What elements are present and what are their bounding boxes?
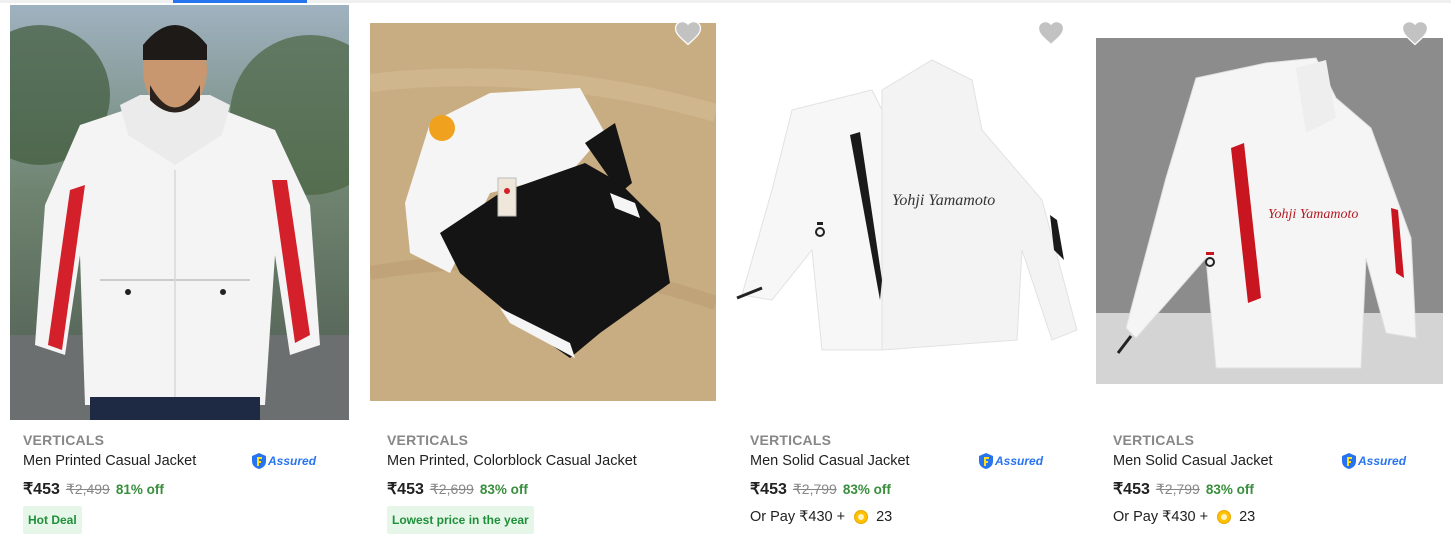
heart-icon[interactable]: [1036, 18, 1066, 46]
assured-badge: Assured: [1341, 452, 1406, 470]
deal-badge: Lowest price in the year: [387, 506, 534, 534]
discount-percent: 83% off: [842, 482, 891, 497]
selling-price: ₹453: [1113, 481, 1150, 498]
product-image[interactable]: [370, 23, 716, 401]
product-info: VERTICALS Men Printed Casual Jacket Assu…: [23, 430, 363, 534]
product-title[interactable]: Men Printed, Colorblock Casual Jacket: [387, 450, 727, 472]
assured-badge: Assured: [978, 452, 1043, 470]
product-card[interactable]: Yohji Yamamoto VERTICALS Men Solid Casua…: [726, 0, 1089, 548]
product-card[interactable]: Yohji Yamamoto VERTICALS Men Solid Casua…: [1089, 0, 1451, 548]
brand-name: VERTICALS: [387, 432, 469, 448]
discount-percent: 83% off: [1205, 482, 1254, 497]
heart-icon[interactable]: [673, 18, 703, 46]
brand-name: VERTICALS: [750, 432, 832, 448]
assured-shield-icon: [979, 453, 993, 469]
deal-badge: Hot Deal: [23, 506, 82, 534]
coin-count: 23: [876, 509, 893, 525]
product-info: VERTICALS Men Solid Casual Jacket Assure…: [1113, 430, 1451, 528]
original-price: ₹2,799: [1155, 481, 1200, 497]
selling-price: ₹453: [387, 481, 424, 498]
assured-shield-icon: [252, 453, 266, 469]
heart-icon[interactable]: [1400, 18, 1430, 46]
selling-price: ₹453: [23, 481, 60, 498]
brand-name: VERTICALS: [23, 432, 105, 448]
discount-percent: 81% off: [115, 482, 164, 497]
brand-name: VERTICALS: [1113, 432, 1195, 448]
product-image[interactable]: [10, 5, 349, 420]
product-card[interactable]: VERTICALS Men Printed, Colorblock Casual…: [363, 0, 726, 548]
assured-label: Assured: [1358, 454, 1407, 468]
assured-badge: Assured: [251, 452, 316, 470]
product-image[interactable]: Yohji Yamamoto: [1096, 38, 1443, 384]
product-card[interactable]: VERTICALS Men Printed Casual Jacket Assu…: [0, 0, 360, 548]
assured-label: Assured: [268, 454, 317, 468]
original-price: ₹2,699: [429, 481, 474, 497]
assured-shield-icon: [1342, 453, 1356, 469]
assured-label: Assured: [995, 454, 1044, 468]
coin-count: 23: [1239, 509, 1256, 525]
product-image[interactable]: Yohji Yamamoto: [732, 50, 1084, 370]
supercoin-icon: [854, 510, 869, 524]
product-info: VERTICALS Men Printed, Colorblock Casual…: [387, 430, 727, 534]
svg-text:Yohji Yamamoto: Yohji Yamamoto: [1268, 207, 1358, 222]
or-pay-text: Or Pay ₹430 +: [1113, 509, 1209, 525]
product-info: VERTICALS Men Solid Casual Jacket Assure…: [750, 430, 1090, 528]
supercoin-offer: Or Pay ₹430 + 23: [750, 506, 1090, 528]
discount-percent: 83% off: [479, 482, 528, 497]
original-price: ₹2,499: [65, 481, 110, 497]
selling-price: ₹453: [750, 481, 787, 498]
supercoin-icon: [1217, 510, 1232, 524]
or-pay-text: Or Pay ₹430 +: [750, 509, 846, 525]
svg-text:Yohji Yamamoto: Yohji Yamamoto: [892, 192, 995, 209]
supercoin-offer: Or Pay ₹430 + 23: [1113, 506, 1451, 528]
original-price: ₹2,799: [792, 481, 837, 497]
